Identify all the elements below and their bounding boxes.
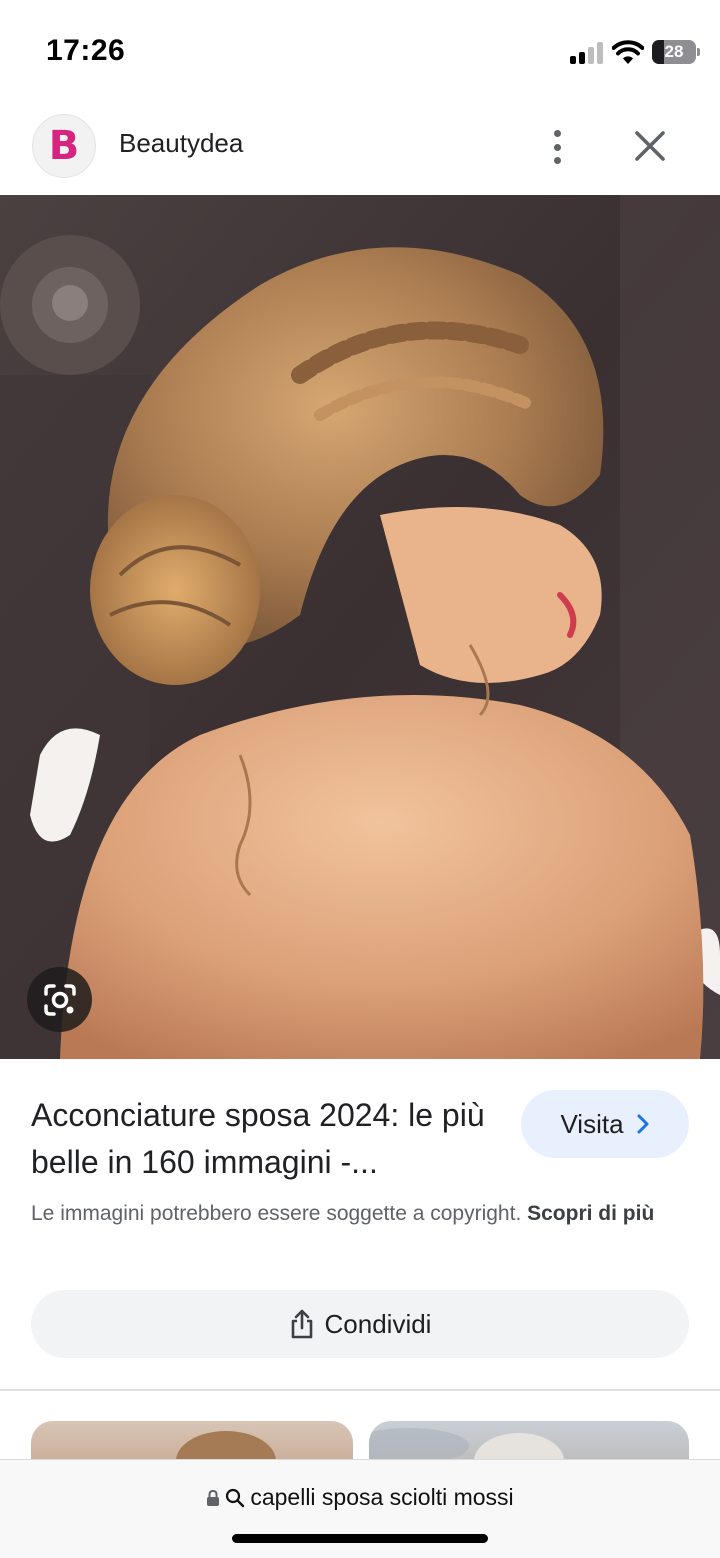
- divider: [0, 1389, 720, 1391]
- home-indicator[interactable]: [232, 1534, 488, 1543]
- status-bar: 17:26 28: [0, 0, 720, 100]
- source-logo-letter: B: [48, 123, 80, 169]
- signal-icon: [570, 42, 606, 64]
- copyright-text: Le immagini potrebbero essere soggette a…: [31, 1202, 528, 1225]
- battery-nub: [697, 48, 700, 56]
- visit-button[interactable]: Visita: [521, 1090, 689, 1158]
- wifi-icon: [612, 40, 644, 64]
- screen: 17:26 28 B Beautydea Acconciature sposa …: [0, 0, 720, 1558]
- bride-hairstyle-photo: [0, 195, 720, 1059]
- result-image[interactable]: [0, 195, 720, 1059]
- share-icon: [291, 1309, 312, 1339]
- result-title[interactable]: Acconciature sposa 2024: le più belle in…: [31, 1092, 501, 1186]
- google-lens-icon: [43, 983, 76, 1016]
- address-bar[interactable]: capelli sposa sciolti mossi: [0, 1459, 720, 1558]
- share-label: Condividi: [324, 1308, 432, 1339]
- search-icon: [226, 1488, 245, 1507]
- chevron-right-icon: [637, 1114, 649, 1134]
- share-button[interactable]: Condividi: [31, 1290, 689, 1358]
- status-time: 17:26: [46, 34, 126, 67]
- close-icon[interactable]: [630, 126, 670, 166]
- source-name[interactable]: Beautydea: [119, 128, 243, 159]
- learn-more-link[interactable]: Scopri di più: [527, 1202, 654, 1225]
- source-header: B Beautydea: [0, 100, 720, 195]
- source-logo[interactable]: B: [32, 114, 96, 178]
- battery-percent: 28: [664, 42, 684, 61]
- address-content: capelli sposa sciolti mossi: [0, 1484, 720, 1511]
- visit-label: Visita: [560, 1108, 624, 1139]
- more-vert-icon[interactable]: [540, 124, 574, 170]
- battery-icon: 28: [652, 40, 696, 64]
- google-lens-button[interactable]: [27, 967, 92, 1032]
- lock-icon: [207, 1489, 220, 1506]
- address-query: capelli sposa sciolti mossi: [250, 1484, 514, 1510]
- copyright-notice: Le immagini potrebbero essere soggette a…: [31, 1198, 691, 1230]
